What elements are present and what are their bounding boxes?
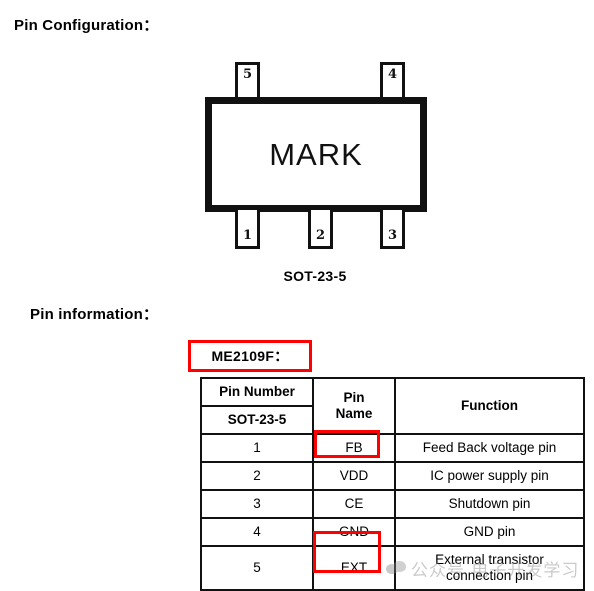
package-pin-5-label: 5	[242, 67, 253, 82]
package-pin-1: 1	[235, 207, 260, 249]
package-pin-2: 2	[308, 207, 333, 249]
package-pin-3-label: 3	[387, 228, 398, 243]
col-header-pin-name: Pin Name	[312, 377, 396, 435]
cell-function: External transistor connection pin	[394, 545, 585, 591]
cell-function-line1: External transistor	[435, 552, 544, 568]
table-row: 2 VDD IC power supply pin	[200, 461, 585, 491]
table-header-row: Pin Number Pin Name Function	[200, 377, 585, 435]
cell-pin-number: 2	[200, 461, 314, 491]
cell-function: IC power supply pin	[394, 461, 585, 491]
ic-mark-text: MARK	[269, 136, 363, 172]
cell-pin-name: FB	[312, 433, 396, 463]
cell-pin-name: VDD	[312, 461, 396, 491]
cell-pin-number: 3	[200, 489, 314, 519]
package-type-label-text: SOT-23-5	[283, 268, 347, 284]
table-row: 4 GND GND pin	[200, 517, 585, 547]
cell-pin-name: CE	[312, 489, 396, 519]
table-row: 5 EXT External transistor connection pin	[200, 545, 585, 591]
col-header-function: Function	[394, 377, 585, 435]
page-title-pin-information: Pin information：	[30, 306, 159, 323]
package-pin-2-label: 2	[315, 228, 326, 243]
package-pin-1-label: 1	[242, 228, 253, 243]
col-header-pin-name-line2: Name	[335, 406, 373, 421]
cell-pin-name: EXT	[312, 545, 396, 591]
cell-pin-number: 5	[200, 545, 314, 591]
cell-function-line2: connection pin	[445, 568, 534, 583]
package-pin-3: 3	[380, 207, 405, 249]
table-row: 1 FB Feed Back voltage pin	[200, 433, 585, 463]
cell-pin-number: 4	[200, 517, 314, 547]
col-header-pin-number: Pin Number	[200, 377, 314, 407]
page-title-pin-configuration: Pin Configuration：	[14, 17, 159, 34]
cell-pin-number: 1	[200, 433, 314, 463]
cell-function: Shutdown pin	[394, 489, 585, 519]
part-number-label: ME2109F：	[211, 348, 289, 364]
pin-information-table: Pin Number Pin Name Function SOT-23-5 1 …	[200, 377, 585, 591]
ic-package-diagram: 5 4 MARK 1 2 3	[0, 50, 594, 250]
part-number-highlight-box: ME2109F：	[188, 340, 312, 372]
package-type-label: SOT-23-5	[0, 268, 594, 284]
col-header-package: SOT-23-5	[200, 405, 314, 435]
cell-pin-name: GND	[312, 517, 396, 547]
cell-function: GND pin	[394, 517, 585, 547]
cell-function: Feed Back voltage pin	[394, 433, 585, 463]
table-row: 3 CE Shutdown pin	[200, 489, 585, 519]
package-pin-4-label: 4	[387, 67, 398, 82]
col-header-pin-name-line1: Pin	[343, 390, 365, 406]
